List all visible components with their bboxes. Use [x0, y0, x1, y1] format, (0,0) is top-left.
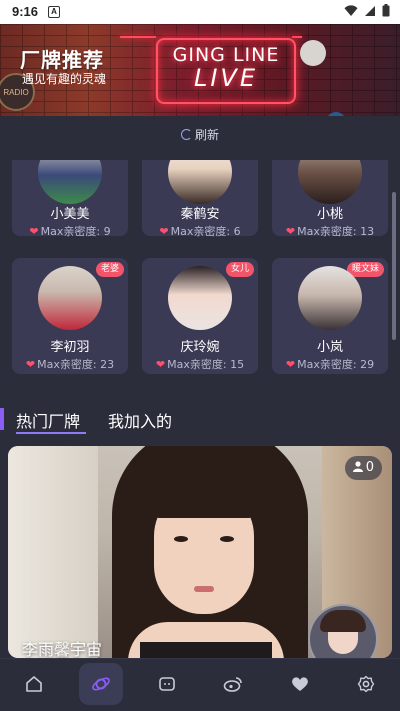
- status-right: [344, 4, 390, 17]
- heart-icon: ❤: [25, 358, 36, 371]
- neon-sign: GING LINE LIVE: [156, 38, 296, 104]
- avatar: [38, 160, 102, 204]
- bottom-nav: [0, 658, 400, 711]
- avatar: [168, 266, 232, 330]
- character-name: 秦鹤安: [180, 207, 220, 222]
- window-background: [8, 446, 98, 658]
- status-time: 9:16: [12, 4, 39, 19]
- portrait-eye: [174, 536, 188, 542]
- character-card[interactable]: 秦鹤安 ❤ Max亲密度: 6: [142, 160, 258, 238]
- intimacy-label: ❤ Max亲密度: 23: [25, 358, 115, 371]
- heart-icon: ❤: [285, 225, 296, 238]
- character-card[interactable]: 暖文妹 小岚 ❤ Max亲密度: 29: [272, 258, 388, 374]
- neon-wire-right: [292, 36, 302, 38]
- nav-weibo[interactable]: [211, 663, 255, 705]
- neon-line-1: GING LINE: [172, 44, 280, 66]
- character-name: 庆玲婉: [180, 340, 220, 355]
- neon-wire-left: [120, 36, 156, 38]
- portrait-lips: [194, 586, 214, 592]
- character-name: 小桃: [316, 207, 343, 222]
- nav-home[interactable]: [12, 663, 56, 705]
- planet-icon: [92, 677, 110, 691]
- tab-joined[interactable]: 我加入的: [108, 408, 172, 432]
- microphone-icon: [300, 40, 326, 66]
- wifi-icon: [344, 4, 358, 16]
- portrait-top: [140, 642, 272, 658]
- relation-tag: 女儿: [225, 262, 254, 277]
- relation-tag: 老婆: [95, 262, 124, 277]
- character-card[interactable]: 小桃 ❤ Max亲密度: 13: [272, 160, 388, 238]
- character-name: 李初羽: [50, 340, 90, 355]
- heart-icon: ❤: [285, 358, 296, 371]
- notification-icon: A: [48, 6, 60, 18]
- brand-recommend-banner[interactable]: RADIO 厂牌推荐 遇见有趣的灵魂 GING LINE LIVE: [0, 24, 400, 116]
- intimacy-label: ❤ Max亲密度: 6: [159, 225, 241, 238]
- heart-icon: ❤: [155, 358, 166, 371]
- heart-icon: [292, 677, 308, 691]
- banner-subtitle: 遇见有趣的灵魂: [22, 72, 107, 86]
- character-name: 小美美: [50, 207, 90, 222]
- radio-sign-text: RADIO: [3, 88, 28, 97]
- portrait-eye: [220, 536, 234, 542]
- character-grid: 小美美 ❤ Max亲密度: 9 秦鹤安 ❤ Max亲密度: 6 小桃 ❤ Max亲密度…: [0, 160, 400, 380]
- avatar: [38, 266, 102, 330]
- member-count: 0: [365, 460, 374, 475]
- person-icon: [352, 461, 363, 472]
- nav-chat[interactable]: [145, 663, 189, 705]
- intimacy-label: ❤ Max亲密度: 29: [285, 358, 375, 371]
- chat-bot-icon: [159, 677, 175, 691]
- nav-discover[interactable]: [79, 663, 123, 705]
- heart-icon: ❤: [29, 225, 39, 238]
- avatar: [168, 160, 232, 204]
- avatar: [298, 266, 362, 330]
- tab-hot-brands[interactable]: 热门厂牌: [16, 408, 80, 432]
- status-bar: 9:16 A: [0, 0, 400, 24]
- intimacy-label: ❤ Max亲密度: 13: [285, 225, 375, 238]
- character-card[interactable]: 老婆 李初羽 ❤ Max亲密度: 23: [12, 258, 128, 374]
- scrollbar[interactable]: [392, 192, 396, 340]
- section-accent-bar: [0, 408, 4, 430]
- tab-active-underline: [16, 432, 86, 434]
- nav-favorites[interactable]: [278, 663, 322, 705]
- member-count-badge: 0: [344, 456, 382, 480]
- avatar: [298, 160, 362, 204]
- settings-icon: [357, 675, 375, 693]
- home-icon: [26, 676, 42, 692]
- heart-icon: ❤: [159, 225, 169, 238]
- portrait-bangs: [154, 482, 254, 518]
- banner-title: 厂牌推荐: [20, 48, 104, 72]
- intimacy-label: ❤ Max亲密度: 9: [29, 225, 111, 238]
- brand-title: 李雨馨宇宙: [22, 640, 103, 658]
- signal-icon: [365, 5, 375, 16]
- weibo-icon: [223, 677, 242, 692]
- refresh-icon: [180, 129, 192, 140]
- section-tabs: 热门厂牌 我加入的: [0, 406, 400, 436]
- character-name: 小岚: [316, 340, 343, 355]
- neon-line-2: LIVE: [193, 64, 259, 92]
- refresh-label: 刷新: [194, 128, 219, 142]
- nav-settings[interactable]: [344, 663, 388, 705]
- brand-feature-card[interactable]: 0 李雨馨宇宙: [8, 446, 392, 658]
- refresh-button[interactable]: 刷新: [0, 126, 400, 143]
- intimacy-label: ❤ Max亲密度: 15: [155, 358, 245, 371]
- character-card[interactable]: 小美美 ❤ Max亲密度: 9: [12, 160, 128, 238]
- battery-icon: [382, 4, 390, 17]
- character-card[interactable]: 女儿 庆玲婉 ❤ Max亲密度: 15: [142, 258, 258, 374]
